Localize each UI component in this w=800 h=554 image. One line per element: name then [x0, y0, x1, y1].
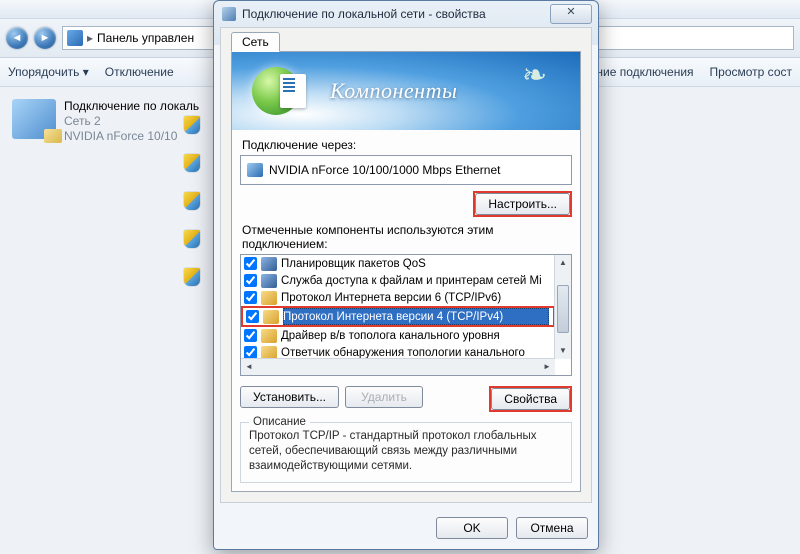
list-item-checkbox[interactable]: [244, 329, 257, 342]
toolbar-organize[interactable]: Упорядочить ▾: [8, 65, 89, 79]
list-item[interactable]: Планировщик пакетов QoS: [241, 255, 555, 272]
nav-forward-button[interactable]: ►: [34, 27, 56, 49]
vertical-scrollbar[interactable]: ▲ ▼: [554, 255, 571, 359]
network-adapter-icon: [12, 99, 56, 139]
list-item-checkbox[interactable]: [246, 310, 259, 323]
component-icon: [263, 310, 279, 324]
shield-icon: [184, 230, 200, 248]
network-connection-item[interactable]: Подключение по локаль Сеть 2 NVIDIA nFor…: [10, 97, 204, 146]
scroll-thumb[interactable]: [557, 285, 569, 333]
checklist-icon: [280, 74, 306, 108]
shield-icon: [184, 192, 200, 210]
adapter-icon: [247, 163, 263, 177]
desktop: ◄ ► ▸ Панель управлен Упорядочить ▾ Откл…: [0, 0, 800, 554]
leaf-icon: ❧: [522, 58, 562, 98]
toolbar-view[interactable]: Просмотр сост: [710, 65, 792, 79]
list-item-label: Протокол Интернета версии 4 (TCP/IPv4): [283, 311, 503, 323]
component-icon: [261, 274, 277, 288]
components-label: Отмеченные компоненты используются этим …: [242, 223, 572, 251]
list-item-label: Служба доступа к файлам и принтерам сете…: [281, 275, 542, 287]
list-item[interactable]: Протокол Интернета версии 6 (TCP/IPv6): [241, 289, 555, 306]
description-text: Протокол TCP/IP - стандартный протокол г…: [249, 430, 536, 472]
network-item-line3: NVIDIA nForce 10/10: [64, 129, 199, 144]
network-item-title: Подключение по локаль: [64, 99, 199, 114]
adapter-field[interactable]: NVIDIA nForce 10/100/1000 Mbps Ethernet: [240, 155, 572, 185]
scroll-left-arrow[interactable]: ◄: [241, 359, 257, 375]
configure-highlight: Настроить...: [473, 191, 572, 217]
dialog-titlebar[interactable]: Подключение по локальной сети - свойства…: [214, 1, 598, 27]
properties-dialog: Подключение по локальной сети - свойства…: [213, 0, 599, 550]
tab-strip: Сеть: [231, 32, 581, 52]
scroll-right-arrow[interactable]: ►: [539, 359, 555, 375]
dialog-close-button[interactable]: ✕: [550, 4, 592, 24]
install-button[interactable]: Установить...: [240, 386, 339, 408]
dialog-title: Подключение по локальной сети - свойства: [242, 7, 486, 21]
tab-network[interactable]: Сеть: [231, 32, 280, 52]
list-item-checkbox[interactable]: [244, 274, 257, 287]
network-icon: [67, 30, 83, 46]
list-item-label: Ответчик обнаружения топологии канальног…: [281, 347, 525, 359]
shield-column: [184, 116, 200, 286]
component-icon: [261, 291, 277, 305]
description-fieldset: Описание Протокол TCP/IP - стандартный п…: [240, 422, 572, 483]
component-icon: [261, 329, 277, 343]
toolbar-disable[interactable]: Отключение: [105, 65, 174, 79]
adapter-name: NVIDIA nForce 10/100/1000 Mbps Ethernet: [269, 163, 500, 177]
list-item-label: Протокол Интернета версии 6 (TCP/IPv6): [281, 292, 501, 304]
shield-icon: [184, 268, 200, 286]
components-list-inner: Планировщик пакетов QoS Служба доступа к…: [241, 255, 555, 375]
network-item-line2: Сеть 2: [64, 114, 199, 129]
properties-button[interactable]: Свойства: [491, 388, 570, 410]
list-item-selected[interactable]: Протокол Интернета версии 4 (TCP/IPv4): [243, 308, 553, 325]
cancel-button[interactable]: Отмена: [516, 517, 588, 539]
network-item-text: Подключение по локаль Сеть 2 NVIDIA nFor…: [64, 99, 199, 144]
tab-panel: Компоненты ❧ Подключение через: NVIDIA n…: [231, 51, 581, 492]
selected-item-highlight: Протокол Интернета версии 4 (TCP/IPv4): [241, 306, 555, 327]
shield-icon: [184, 154, 200, 172]
hero-title: Компоненты: [330, 78, 457, 104]
list-item[interactable]: Драйвер в/в тополога канального уровня: [241, 327, 555, 344]
connect-via-label: Подключение через:: [242, 138, 572, 152]
components-listbox[interactable]: Планировщик пакетов QoS Служба доступа к…: [240, 254, 572, 376]
horizontal-scrollbar[interactable]: ◄ ►: [241, 358, 555, 375]
list-item[interactable]: Служба доступа к файлам и принтерам сете…: [241, 272, 555, 289]
list-item-checkbox[interactable]: [244, 257, 257, 270]
component-buttons-row: Установить... Удалить Свойства: [240, 386, 572, 412]
hero-banner: Компоненты ❧: [232, 52, 580, 130]
dialog-body: Сеть Компоненты ❧ Подключение через: NVI…: [220, 27, 592, 503]
toolbar-diagnose[interactable]: вание подключения: [584, 65, 694, 79]
properties-highlight: Свойства: [489, 386, 572, 412]
dialog-footer: OK Отмена: [214, 509, 598, 549]
configure-button[interactable]: Настроить...: [475, 193, 570, 215]
ok-button[interactable]: OK: [436, 517, 508, 539]
shield-icon: [184, 116, 200, 134]
scroll-down-arrow[interactable]: ▼: [555, 343, 571, 359]
component-icon: [261, 257, 277, 271]
description-legend: Описание: [249, 415, 310, 430]
list-item-label: Планировщик пакетов QoS: [281, 258, 426, 270]
uninstall-button: Удалить: [345, 386, 423, 408]
list-item-label: Драйвер в/в тополога канального уровня: [281, 330, 500, 342]
nav-back-button[interactable]: ◄: [6, 27, 28, 49]
breadcrumb[interactable]: Панель управлен: [97, 31, 194, 45]
list-item-checkbox[interactable]: [244, 291, 257, 304]
scroll-up-arrow[interactable]: ▲: [555, 255, 571, 271]
plug-icon: [222, 7, 236, 21]
